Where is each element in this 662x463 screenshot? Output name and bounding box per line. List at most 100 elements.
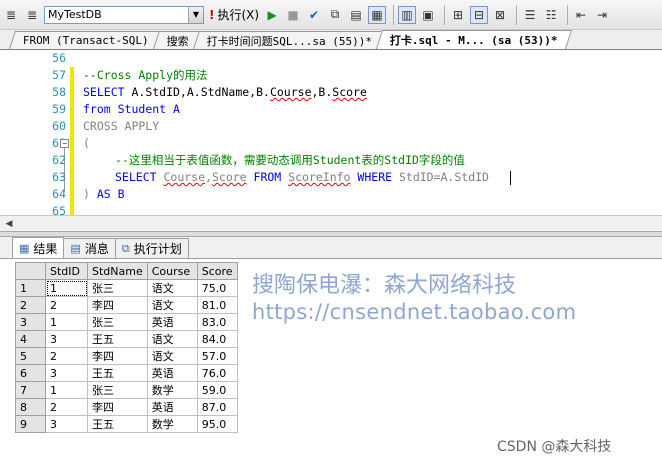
parse-check-icon[interactable]: ✔ bbox=[305, 6, 323, 24]
grid-corner[interactable] bbox=[15, 262, 46, 280]
grid-cell[interactable]: 2 bbox=[45, 398, 88, 416]
results-tabstrip: ▦ 结果 ▤ 消息 ⧉ 执行计划 bbox=[0, 237, 662, 259]
row-number[interactable]: 3 bbox=[15, 313, 46, 331]
tab-execution-plan[interactable]: ⧉ 执行计划 bbox=[114, 238, 189, 258]
comment-icon[interactable]: ☰ bbox=[521, 6, 539, 24]
column-header[interactable]: StdName bbox=[87, 262, 148, 280]
code-text: Course bbox=[269, 85, 312, 99]
grid-cell[interactable]: 李四 bbox=[87, 398, 148, 416]
grid-cell[interactable]: 1 bbox=[45, 279, 88, 297]
table-row[interactable]: 5 2 李四 语文 57.0 bbox=[15, 347, 238, 365]
decrease-indent-icon[interactable]: ⇤ bbox=[572, 6, 590, 24]
grid-cell[interactable]: 3 bbox=[45, 415, 88, 433]
row-number[interactable]: 1 bbox=[15, 279, 46, 297]
column-header[interactable]: StdID bbox=[45, 262, 88, 280]
grid-cell[interactable]: 数学 bbox=[146, 415, 198, 433]
tab-label: 打卡时间问题SQL...sa (55))* bbox=[206, 34, 373, 48]
include-plan-icon[interactable]: ⊞ bbox=[449, 6, 467, 24]
grid-cell[interactable]: 王五 bbox=[87, 330, 148, 348]
table-row[interactable]: 4 3 王五 语文 84.0 bbox=[15, 330, 238, 348]
tab-messages[interactable]: ▤ 消息 bbox=[63, 238, 116, 258]
grid-cell[interactable]: 76.0 bbox=[196, 364, 238, 382]
row-number[interactable]: 4 bbox=[15, 330, 46, 348]
database-select[interactable]: MyTestDB ▼ bbox=[44, 5, 204, 24]
grid-cell[interactable]: 2 bbox=[45, 296, 88, 314]
grid-cell[interactable]: 王五 bbox=[87, 364, 148, 382]
table-row[interactable]: 2 2 李四 语文 81.0 bbox=[15, 296, 238, 314]
grid-cell[interactable]: 84.0 bbox=[196, 330, 238, 348]
grid-cell[interactable]: 英语 bbox=[146, 398, 198, 416]
client-stats-icon[interactable]: ⊟ bbox=[470, 5, 489, 24]
grid-cell[interactable]: 英语 bbox=[146, 313, 198, 331]
table-row[interactable]: 3 1 张三 英语 83.0 bbox=[15, 313, 238, 331]
grid-cell[interactable]: 2 bbox=[45, 347, 88, 365]
table-row[interactable]: 8 2 李四 英语 87.0 bbox=[15, 398, 238, 416]
grid-cell[interactable]: 83.0 bbox=[196, 313, 238, 331]
row-number[interactable]: 5 bbox=[15, 347, 46, 365]
grid-cell[interactable]: 语文 bbox=[146, 347, 198, 365]
tab-results[interactable]: ▦ 结果 bbox=[12, 237, 65, 258]
tab-punch-time-sql[interactable]: 打卡时间问题SQL...sa (55))* bbox=[192, 31, 387, 49]
grid-cell[interactable]: 王五 bbox=[87, 415, 148, 433]
row-number[interactable]: 9 bbox=[15, 415, 46, 433]
tab-punch-sql-active[interactable]: 打卡.sql - M... (sa (53))* bbox=[376, 30, 572, 49]
row-number[interactable]: 2 bbox=[15, 296, 46, 314]
execute-button[interactable]: ! 执行(X) bbox=[209, 6, 259, 23]
grid-header-row: StdID StdName Course Score bbox=[15, 262, 238, 280]
code-keyword: WHERE bbox=[357, 170, 393, 184]
grid-cell[interactable]: 数学 bbox=[146, 381, 198, 399]
query-options-icon[interactable]: ▤ bbox=[347, 6, 365, 24]
grid-cell[interactable]: 3 bbox=[45, 330, 88, 348]
increase-indent-icon[interactable]: ⇥ bbox=[593, 6, 611, 24]
toolbar-separator bbox=[393, 4, 395, 25]
grid-cell[interactable]: 张三 bbox=[87, 279, 148, 297]
grid-cell[interactable]: 语文 bbox=[146, 330, 198, 348]
tab-label: 执行计划 bbox=[133, 242, 182, 256]
grid-cell[interactable]: 75.0 bbox=[196, 279, 238, 297]
uncomment-icon[interactable]: ☷ bbox=[542, 6, 560, 24]
column-header[interactable]: Score bbox=[196, 262, 238, 280]
code-text: ScoreInfo bbox=[288, 170, 351, 184]
chevron-down-icon[interactable]: ▼ bbox=[188, 6, 203, 23]
scroll-left-icon[interactable]: ◀ bbox=[2, 217, 16, 231]
table-row[interactable]: 7 1 张三 数学 59.0 bbox=[15, 381, 238, 399]
table-row[interactable]: 6 3 王五 英语 76.0 bbox=[15, 364, 238, 382]
results-to-text-icon[interactable]: ▥ bbox=[398, 5, 417, 24]
row-number[interactable]: 7 bbox=[15, 381, 46, 399]
grid-cell[interactable]: 81.0 bbox=[196, 296, 238, 314]
grid-cell[interactable]: 语文 bbox=[146, 296, 198, 314]
collapse-icon[interactable]: − bbox=[60, 139, 69, 148]
estimated-plan-icon[interactable]: ⧉ bbox=[326, 6, 344, 24]
tab-from-transact-sql[interactable]: FROM (Transact-SQL) bbox=[9, 31, 163, 49]
grid-cell[interactable]: 1 bbox=[45, 381, 88, 399]
grid-cell[interactable]: 3 bbox=[45, 364, 88, 382]
line-number: 64 bbox=[52, 187, 66, 201]
sqlcmd-mode-icon[interactable]: ⊠ bbox=[491, 6, 509, 24]
code-text: Score bbox=[211, 170, 247, 184]
row-number[interactable]: 6 bbox=[15, 364, 46, 382]
row-number[interactable]: 8 bbox=[15, 398, 46, 416]
grid-cell[interactable]: 59.0 bbox=[196, 381, 238, 399]
grid-cell[interactable]: 英语 bbox=[146, 364, 198, 382]
grid-cell[interactable]: 李四 bbox=[87, 296, 148, 314]
stop-icon[interactable]: ■ bbox=[284, 6, 302, 24]
grid-cell[interactable]: 87.0 bbox=[196, 398, 238, 416]
editor-horizontal-scrollbar[interactable]: ◀ bbox=[0, 215, 662, 231]
grid-cell[interactable]: 95.0 bbox=[196, 415, 238, 433]
table-row[interactable]: 9 3 王五 数学 95.0 bbox=[15, 415, 238, 433]
grid-cell[interactable]: 1 bbox=[45, 313, 88, 331]
debug-run-icon[interactable]: ▶ bbox=[263, 6, 281, 24]
sql-editor[interactable]: 56 57 --Cross Apply的用法 58 SELECT A.StdID… bbox=[0, 50, 662, 220]
table-row[interactable]: 1 1 张三 语文 75.0 bbox=[15, 279, 238, 297]
line-number: 58 bbox=[52, 85, 66, 99]
grid-cell[interactable]: 张三 bbox=[87, 381, 148, 399]
results-to-grid-icon[interactable]: ▦ bbox=[368, 5, 387, 24]
grid-cell[interactable]: 57.0 bbox=[196, 347, 238, 365]
grid-cell[interactable]: 张三 bbox=[87, 313, 148, 331]
code-text: A.StdID,A.StdName,B. bbox=[124, 85, 270, 99]
results-grid[interactable]: StdID StdName Course Score 1 1 张三 语文 75.0 22… bbox=[15, 262, 238, 433]
column-header[interactable]: Course bbox=[146, 262, 198, 280]
grid-cell[interactable]: 李四 bbox=[87, 347, 148, 365]
grid-cell[interactable]: 语文 bbox=[146, 279, 198, 297]
results-to-file-icon[interactable]: ▣ bbox=[419, 6, 437, 24]
